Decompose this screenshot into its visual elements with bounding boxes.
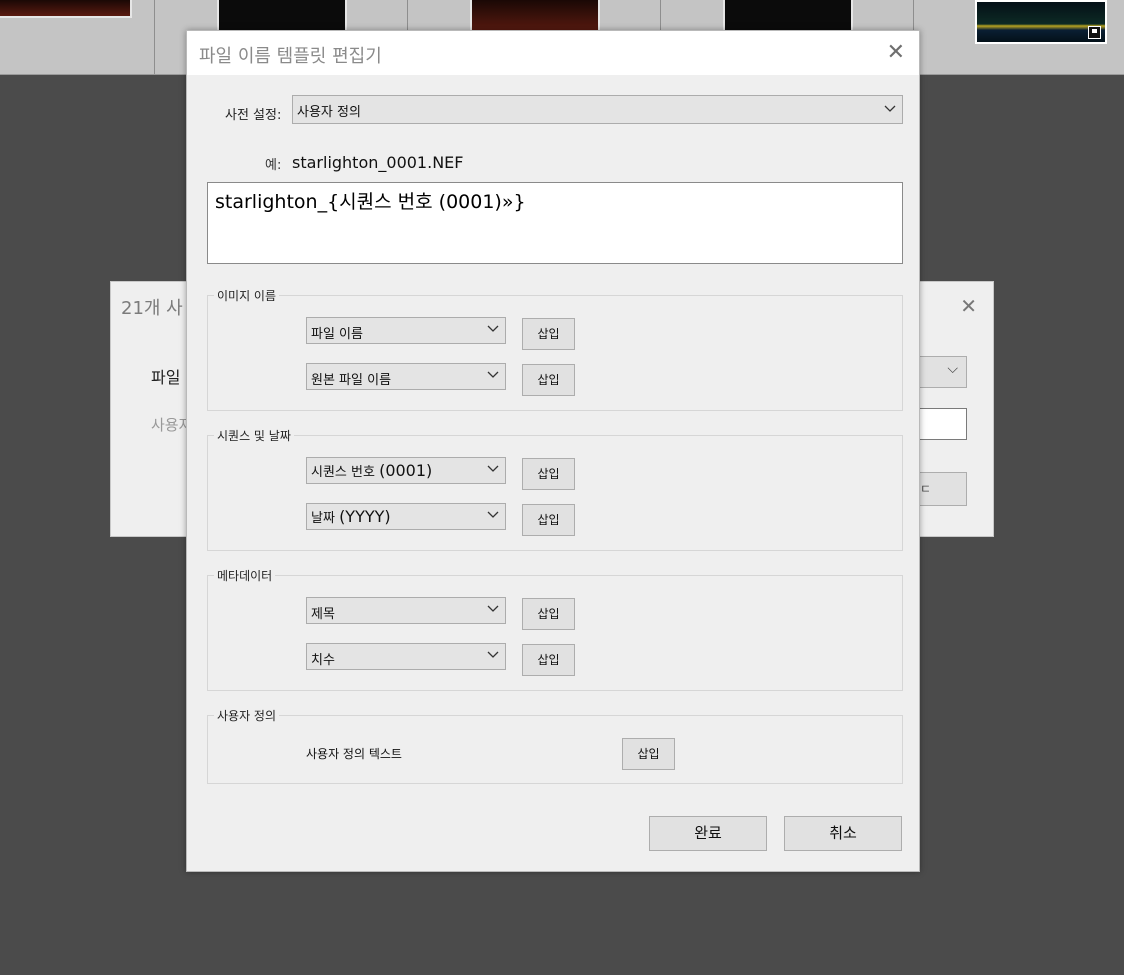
insert-button[interactable]: 삽입: [522, 598, 575, 630]
thumbnail[interactable]: [723, 0, 853, 34]
chevron-down-icon: [487, 603, 499, 613]
group-legend: 시퀀스 및 날짜: [214, 427, 294, 444]
chevron-down-icon: [487, 463, 499, 473]
group-legend: 사용자 정의: [214, 707, 280, 724]
select-value: 시퀀스 번호 (0001): [311, 461, 433, 480]
done-button[interactable]: 완료: [649, 816, 767, 851]
preset-label: 사전 설정:: [225, 108, 282, 123]
metadata-select-1[interactable]: 제목: [306, 597, 506, 624]
example-value: starlighton_0001.NEF: [292, 153, 464, 172]
image-name-select-2[interactable]: 원본 파일 이름: [306, 363, 506, 390]
template-text-field[interactable]: starlighton_{시퀀스 번호 (0001)»}: [207, 182, 903, 264]
chevron-down-icon: [487, 323, 499, 333]
insert-button[interactable]: 삽입: [522, 504, 575, 536]
insert-button[interactable]: 삽입: [522, 644, 575, 676]
sequence-select[interactable]: 시퀀스 번호 (0001): [306, 457, 506, 484]
badge-icon: [1088, 26, 1101, 39]
thumbnail[interactable]: [470, 0, 600, 34]
close-icon[interactable]: ✕: [960, 294, 977, 318]
thumbnail-selected[interactable]: [975, 0, 1107, 44]
thumbnail[interactable]: [0, 0, 132, 18]
ok-button[interactable]: ㄷ: [915, 472, 967, 506]
template-prefix: starlighton_: [215, 191, 328, 213]
insert-button[interactable]: 삽입: [522, 318, 575, 350]
insert-button[interactable]: 삽입: [622, 738, 675, 770]
group-legend: 이미지 이름: [214, 287, 280, 304]
close-icon[interactable]: ✕: [887, 40, 905, 65]
chevron-down-icon: [884, 103, 896, 113]
thumbnail[interactable]: [217, 0, 347, 34]
date-select[interactable]: 날짜 (YYYY): [306, 503, 506, 530]
title-bar: 파일 이름 템플릿 편집기 ✕: [187, 31, 919, 75]
select-value: 치수: [311, 653, 335, 668]
preset-value: 사용자 정의: [297, 105, 361, 120]
dialog-title: 21개 사: [121, 298, 183, 319]
template-token: {시퀀스 번호 (0001)»}: [327, 191, 526, 213]
insert-button[interactable]: 삽입: [522, 364, 575, 396]
example-label: 예:: [265, 158, 282, 173]
select-value: 원본 파일 이름: [311, 373, 392, 388]
custom-text-input[interactable]: [915, 408, 967, 440]
custom-text-label: 사용자 정의 텍스트: [306, 747, 402, 761]
chevron-down-icon: [487, 649, 499, 659]
chevron-down-icon: [487, 369, 499, 379]
chevron-down-icon: [487, 509, 499, 519]
select-value: 파일 이름: [311, 327, 363, 342]
select-value: 날짜 (YYYY): [311, 507, 391, 526]
metadata-select-2[interactable]: 치수: [306, 643, 506, 670]
template-content: starlighton_{시퀀스 번호 (0001)»}: [215, 187, 526, 214]
cancel-button[interactable]: 취소: [784, 816, 902, 851]
chevron-down-icon: ⌵: [947, 361, 958, 377]
preset-select[interactable]: 사용자 정의: [292, 95, 903, 124]
image-name-select-1[interactable]: 파일 이름: [306, 317, 506, 344]
template-select[interactable]: ⌵: [915, 356, 967, 388]
select-value: 제목: [311, 607, 335, 622]
insert-button[interactable]: 삽입: [522, 458, 575, 490]
file-label: 파일: [151, 368, 181, 387]
dialog-title: 파일 이름 템플릿 편집기: [199, 46, 382, 67]
grid-divider: [154, 0, 155, 74]
group-legend: 메타데이터: [214, 567, 276, 584]
filename-template-editor-dialog: 파일 이름 템플릿 편집기 ✕ 사전 설정: 사용자 정의 예: starlig…: [186, 30, 920, 872]
